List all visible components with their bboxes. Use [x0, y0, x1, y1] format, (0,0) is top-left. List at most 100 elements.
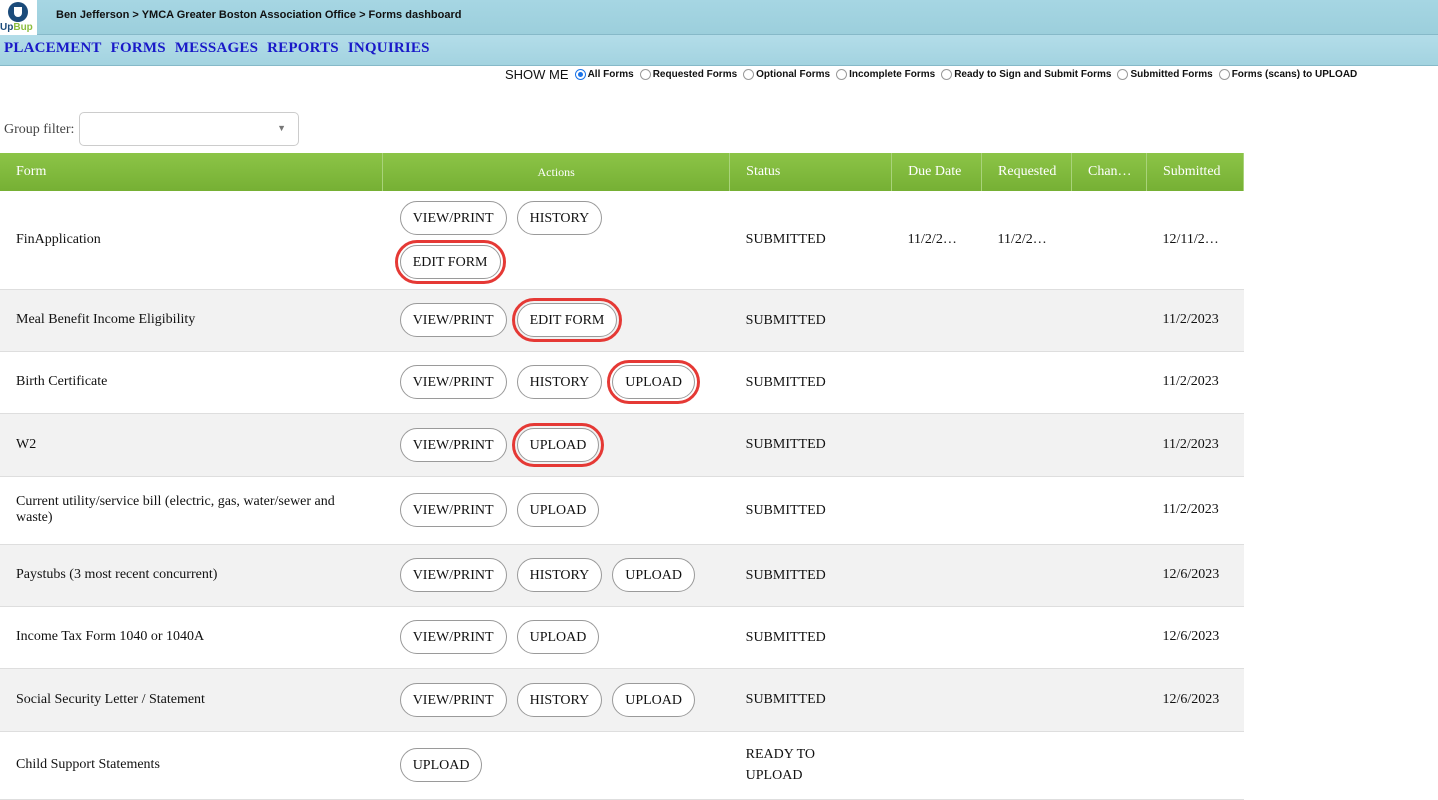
submitted-cell: 12/6/2023 [1146, 544, 1244, 607]
status-cell: SUBMITTED [729, 289, 892, 352]
due-date-cell [891, 476, 982, 545]
radio-button[interactable] [743, 69, 755, 80]
actions-cell: VIEW/PRINT HISTORY UPLOAD [382, 544, 730, 607]
actions-cell: VIEW/PRINT UPLOAD [382, 476, 730, 545]
requested-cell: 11/2/2… [981, 191, 1072, 290]
status-cell: SUBMITTED [729, 606, 892, 669]
table-row: Meal Benefit Income Eligibility VIEW/PRIN… [0, 289, 1244, 352]
action-buttons: UPLOAD [399, 748, 710, 782]
action-buttons: VIEW/PRINT HISTORY UPLOAD [399, 682, 710, 717]
view-print-button[interactable]: VIEW/PRINT [399, 682, 507, 717]
form-name-cell: W2 [0, 413, 383, 477]
view-print-button[interactable]: VIEW/PRINT [399, 493, 507, 527]
radio-button[interactable] [836, 69, 848, 80]
show-me-option[interactable]: Ready to Sign and Submit Forms [941, 69, 1111, 80]
view-print-button[interactable]: VIEW/PRINT [399, 620, 507, 654]
show-me-option-label: Requested Forms [652, 69, 738, 80]
form-name-cell: Child Support Statements [0, 731, 383, 800]
show-me-label: SHOW ME [505, 67, 569, 82]
view-print-button[interactable]: VIEW/PRINT [399, 427, 507, 462]
col-requested[interactable]: Requested [981, 153, 1072, 191]
table-row: Paystubs (3 most recent concurrent) VIEW/… [0, 544, 1244, 607]
show-me-option[interactable]: Incomplete Forms [836, 69, 935, 80]
history-button[interactable]: HISTORY [516, 365, 603, 399]
show-me-option[interactable]: All Forms [574, 69, 634, 80]
breadcrumb: Ben Jefferson > YMCA Greater Boston Asso… [56, 9, 462, 21]
nav-forms[interactable]: FORMS [111, 40, 166, 57]
status-cell: READY TO UPLOAD [729, 731, 892, 800]
changed-cell [1071, 476, 1147, 545]
edit-form-button[interactable]: EDIT FORM [394, 239, 506, 284]
upbup-logo[interactable]: UpBup [0, 0, 37, 36]
show-me-option[interactable]: Forms (scans) to UPLOAD [1218, 69, 1358, 80]
view-print-button[interactable]: VIEW/PRINT [399, 365, 507, 399]
logo-icon [8, 2, 28, 22]
group-filter-label: Group filter: [4, 122, 75, 137]
action-buttons: VIEW/PRINT HISTORY UPLOAD [399, 360, 710, 404]
due-date-cell [891, 289, 982, 352]
radio-button[interactable] [639, 69, 651, 80]
due-date-cell [891, 351, 982, 414]
changed-cell [1071, 289, 1147, 352]
radio-button[interactable] [1218, 69, 1230, 80]
history-button[interactable]: HISTORY [516, 682, 603, 717]
nav-reports[interactable]: REPORTS [267, 40, 339, 57]
upload-button[interactable]: UPLOAD [399, 748, 483, 782]
upload-button[interactable]: UPLOAD [516, 620, 600, 654]
upload-button[interactable]: UPLOAD [511, 422, 605, 467]
requested-cell [981, 289, 1072, 352]
form-name-cell: Birth Certificate [0, 351, 383, 414]
due-date-cell [891, 731, 982, 800]
status-cell: SUBMITTED [729, 413, 892, 477]
nav-placement[interactable]: PLACEMENT [4, 40, 102, 57]
submitted-cell: 11/2/2023 [1146, 351, 1244, 414]
edit-form-button[interactable]: EDIT FORM [511, 298, 623, 342]
history-button[interactable]: HISTORY [516, 200, 603, 235]
due-date-cell [891, 413, 982, 477]
nav-inquiries[interactable]: INQUIRIES [348, 40, 430, 57]
history-button[interactable]: HISTORY [516, 558, 603, 592]
status-cell: SUBMITTED [729, 476, 892, 545]
group-filter-select[interactable]: ▼ [79, 112, 299, 146]
action-buttons: VIEW/PRINT EDIT FORM [399, 298, 710, 342]
actions-cell: VIEW/PRINT HISTORY UPLOAD [382, 351, 730, 414]
show-me-option-label: Forms (scans) to UPLOAD [1231, 69, 1358, 80]
table-row: Current utility/service bill (electric, … [0, 476, 1244, 545]
show-me-option-label: Optional Forms [756, 69, 831, 80]
col-status[interactable]: Status [729, 153, 893, 191]
show-me-option[interactable]: Submitted Forms [1117, 69, 1213, 80]
radio-button[interactable] [574, 69, 586, 80]
upload-button[interactable]: UPLOAD [607, 360, 701, 404]
status-cell: SUBMITTED [729, 544, 892, 607]
show-me-option[interactable]: Optional Forms [743, 69, 830, 80]
col-changed[interactable]: Chan… [1071, 153, 1147, 191]
submitted-cell: 11/2/2023 [1146, 413, 1244, 477]
action-buttons: VIEW/PRINT HISTORY UPLOAD [399, 558, 710, 592]
nav-messages[interactable]: MESSAGES [175, 40, 258, 57]
due-date-cell [891, 544, 982, 607]
upload-button[interactable]: UPLOAD [516, 493, 600, 527]
changed-cell [1071, 413, 1147, 477]
col-due-date[interactable]: Due Date [891, 153, 983, 191]
action-buttons: VIEW/PRINT UPLOAD [399, 493, 710, 527]
col-form[interactable]: Form [0, 153, 384, 191]
submitted-cell [1146, 731, 1244, 800]
status-cell: SUBMITTED [729, 351, 892, 414]
radio-button[interactable] [941, 69, 953, 80]
actions-cell: VIEW/PRINT UPLOAD [382, 606, 730, 669]
changed-cell [1071, 544, 1147, 607]
view-print-button[interactable]: VIEW/PRINT [399, 558, 507, 592]
changed-cell [1071, 731, 1147, 800]
view-print-button[interactable]: VIEW/PRINT [399, 200, 507, 235]
upload-button[interactable]: UPLOAD [612, 682, 696, 717]
view-print-button[interactable]: VIEW/PRINT [399, 303, 507, 337]
upload-button[interactable]: UPLOAD [612, 558, 696, 592]
changed-cell [1071, 191, 1147, 290]
show-me-option[interactable]: Requested Forms [639, 69, 738, 80]
submitted-cell: 12/6/2023 [1146, 606, 1244, 669]
show-me-filter: SHOW ME All Forms Requested Forms Optional… [505, 67, 1363, 82]
radio-button[interactable] [1117, 69, 1129, 80]
table-row: FinApplication VIEW/PRINT HISTORY EDIT FORM… [0, 191, 1244, 290]
col-submitted[interactable]: Submitted [1146, 153, 1245, 191]
requested-cell [981, 476, 1072, 545]
